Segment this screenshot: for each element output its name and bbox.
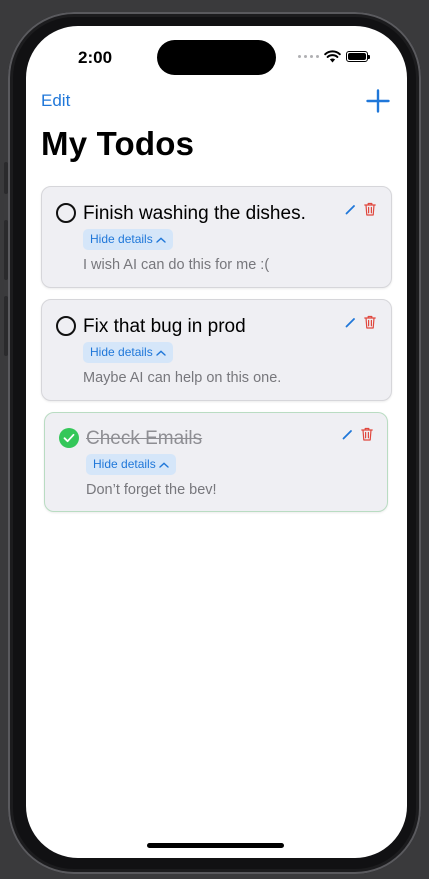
todo-details: Don’t forget the bev!	[86, 482, 217, 498]
todo-checkbox-checked[interactable]	[59, 428, 79, 448]
hide-details-button[interactable]: Hide details	[83, 342, 173, 363]
todo-card-completed: Check Emails Hide details Don’t forget t…	[44, 412, 388, 512]
hide-details-label: Hide details	[93, 457, 156, 471]
app-screen: 2:00 Edit My Todos Finish washing the di…	[26, 26, 407, 858]
page-title: My Todos	[41, 125, 195, 162]
device-volume-down-button	[4, 296, 8, 356]
todo-checkbox[interactable]	[56, 316, 76, 336]
trash-icon[interactable]	[364, 315, 376, 329]
signal-dots-icon	[298, 55, 319, 58]
wifi-icon	[324, 50, 341, 63]
hide-details-label: Hide details	[90, 345, 153, 359]
home-indicator[interactable]	[147, 843, 284, 848]
hide-details-button[interactable]: Hide details	[83, 229, 173, 250]
chevron-up-icon	[156, 350, 166, 356]
pencil-icon[interactable]	[345, 317, 356, 328]
todo-details: I wish AI can do this for me :(	[83, 257, 270, 273]
trash-icon[interactable]	[364, 202, 376, 216]
status-icons	[298, 50, 370, 63]
checkmark-icon	[63, 433, 75, 443]
hide-details-label: Hide details	[90, 232, 153, 246]
hide-details-button[interactable]: Hide details	[86, 454, 176, 475]
pencil-icon[interactable]	[342, 429, 353, 440]
battery-icon	[346, 51, 370, 62]
plus-icon[interactable]	[366, 89, 390, 113]
todo-title: Check Emails	[86, 428, 203, 449]
device-side-button	[4, 162, 8, 194]
todo-card: Finish washing the dishes. Hide details …	[41, 186, 392, 288]
dynamic-island	[157, 40, 276, 75]
todo-card: Fix that bug in prod Hide details Maybe …	[41, 299, 392, 401]
status-time: 2:00	[78, 48, 113, 67]
todo-title: Fix that bug in prod	[83, 316, 246, 337]
trash-icon[interactable]	[361, 427, 373, 441]
todo-checkbox[interactable]	[56, 203, 76, 223]
pencil-icon[interactable]	[345, 204, 356, 215]
todo-title: Finish washing the dishes.	[83, 203, 306, 224]
edit-button[interactable]: Edit	[41, 91, 70, 111]
chevron-up-icon	[159, 462, 169, 468]
todo-details: Maybe AI can help on this one.	[83, 370, 282, 386]
chevron-up-icon	[156, 237, 166, 243]
device-volume-up-button	[4, 220, 8, 280]
